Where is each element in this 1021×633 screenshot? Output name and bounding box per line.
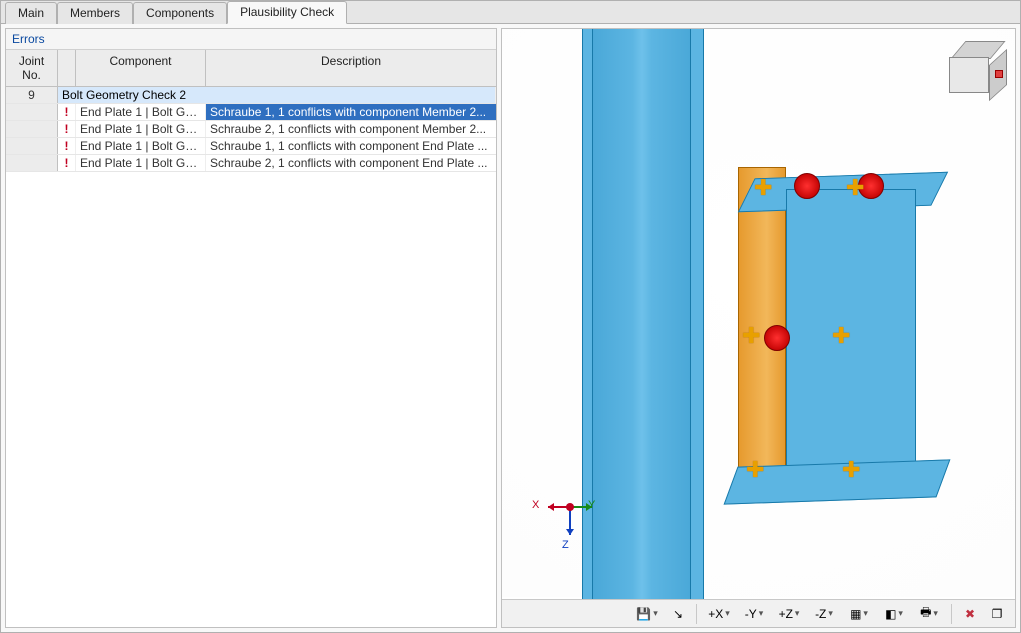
axis-x-label: X (532, 499, 539, 511)
error-icon: ! (58, 138, 76, 154)
group-label: Bolt Geometry Check 2 (58, 87, 496, 103)
error-row[interactable]: !End Plate 1 | Bolt Gro...Schraube 2, 1 … (6, 155, 496, 172)
error-icon: ! (58, 104, 76, 120)
row-joint-no (6, 104, 58, 120)
row-component: End Plate 1 | Bolt Gro... (76, 138, 206, 154)
tab-strip: Main Members Components Plausibility Che… (1, 1, 1020, 24)
column-flange-right (690, 28, 704, 628)
view-neg-z-icon: -Z (815, 607, 826, 621)
save-view-icon: 💾 (636, 607, 651, 621)
row-component: End Plate 1 | Bolt Gro... (76, 104, 206, 120)
iso-view-icon: ◧ (885, 607, 896, 621)
print-view-button[interactable]: 🖶▾ (913, 603, 945, 625)
error-row[interactable]: !End Plate 1 | Bolt Gro...Schraube 1, 1 … (6, 138, 496, 155)
axis-y-label: Y (588, 499, 595, 511)
select-object-icon: ↘ (673, 607, 683, 621)
header-joint-no[interactable]: Joint No. (6, 50, 58, 86)
conflict-marker-icon: ✚ (754, 177, 772, 199)
viewport-panel: ✚ ✚ ✚ ✚ ✚ ✚ (501, 28, 1016, 628)
chevron-down-icon: ▾ (795, 608, 800, 619)
view-neg-z-button[interactable]: -Z▾ (808, 603, 840, 625)
chevron-down-icon: ▾ (863, 608, 868, 619)
viewport-toolbar: 💾▾↘+X▾-Y▾+Z▾-Z▾▦▾◧▾🖶▾✖❐ (502, 599, 1015, 627)
row-description: Schraube 2, 1 conflicts with component M… (206, 121, 496, 137)
row-description: Schraube 2, 1 conflicts with component E… (206, 155, 496, 171)
new-window-button[interactable]: ❐ (985, 603, 1009, 625)
conflict-marker-icon: ✚ (742, 325, 760, 347)
header-icon[interactable] (58, 50, 76, 86)
cancel-icon: ✖ (965, 607, 975, 621)
error-row[interactable]: !End Plate 1 | Bolt Gro...Schraube 1, 1 … (6, 104, 496, 121)
error-icon: ! (58, 155, 76, 171)
tab-plausibility-check[interactable]: Plausibility Check (227, 1, 347, 24)
view-neg-y-icon: -Y (745, 607, 757, 621)
row-joint-no (6, 138, 58, 154)
save-view-button[interactable]: 💾▾ (631, 603, 663, 625)
iso-view-button[interactable]: ◧▾ (878, 603, 910, 625)
chevron-down-icon: ▾ (653, 608, 658, 619)
chevron-down-icon: ▾ (898, 608, 903, 619)
view-neg-y-button[interactable]: -Y▾ (738, 603, 770, 625)
error-row[interactable]: !End Plate 1 | Bolt Gro...Schraube 2, 1 … (6, 121, 496, 138)
toolbar-separator (951, 604, 952, 624)
view-pos-x-icon: +X (708, 607, 723, 621)
row-joint-no (6, 121, 58, 137)
print-view-icon: 🖶 (920, 603, 931, 624)
3d-viewport[interactable]: ✚ ✚ ✚ ✚ ✚ ✚ (502, 29, 1015, 597)
tab-members[interactable]: Members (57, 2, 133, 24)
error-group-row[interactable]: 9 Bolt Geometry Check 2 (6, 87, 496, 104)
toolbar-separator (696, 604, 697, 624)
row-joint-no (6, 155, 58, 171)
group-joint-no: 9 (6, 87, 58, 103)
beam-web (786, 189, 916, 479)
errors-panel-title: Errors (6, 29, 496, 50)
axis-z-label: Z (562, 539, 569, 551)
chevron-down-icon: ▾ (828, 608, 833, 619)
conflict-marker-icon: ✚ (846, 177, 864, 199)
tab-main[interactable]: Main (5, 2, 57, 24)
view-pos-z-icon: +Z (779, 607, 793, 621)
bolt-2 (794, 173, 820, 199)
conflict-marker-icon: ✚ (746, 459, 764, 481)
view-pos-x-button[interactable]: +X▾ (703, 603, 735, 625)
select-object-button[interactable]: ↘ (666, 603, 690, 625)
tab-components[interactable]: Components (133, 2, 227, 24)
row-description: Schraube 1, 1 conflicts with component E… (206, 138, 496, 154)
errors-column-headers: Joint No. Component Description (6, 50, 496, 87)
axis-triad: X Y Z (542, 485, 602, 545)
new-window-icon: ❐ (992, 607, 1003, 621)
conflict-marker-icon: ✚ (842, 459, 860, 481)
row-component: End Plate 1 | Bolt Gro... (76, 155, 206, 171)
display-mode-icon: ▦ (850, 607, 861, 621)
header-component[interactable]: Component (76, 50, 206, 86)
bolt-1 (764, 325, 790, 351)
errors-panel: Errors Joint No. Component Description 9… (5, 28, 497, 628)
cancel-button[interactable]: ✖ (958, 603, 982, 625)
chevron-down-icon: ▾ (759, 608, 764, 619)
row-description: Schraube 1, 1 conflicts with component M… (206, 104, 496, 120)
conflict-marker-icon: ✚ (832, 325, 850, 347)
chevron-down-icon: ▾ (933, 608, 938, 619)
navigation-cube[interactable] (946, 41, 1001, 96)
display-mode-button[interactable]: ▦▾ (843, 603, 875, 625)
error-icon: ! (58, 121, 76, 137)
errors-rows: 9 Bolt Geometry Check 2 !End Plate 1 | B… (6, 87, 496, 627)
row-component: End Plate 1 | Bolt Gro... (76, 121, 206, 137)
chevron-down-icon: ▾ (725, 608, 730, 619)
view-pos-z-button[interactable]: +Z▾ (773, 603, 805, 625)
cube-x-marker-icon (995, 70, 1003, 78)
header-description[interactable]: Description (206, 50, 496, 86)
column-web (592, 28, 692, 628)
